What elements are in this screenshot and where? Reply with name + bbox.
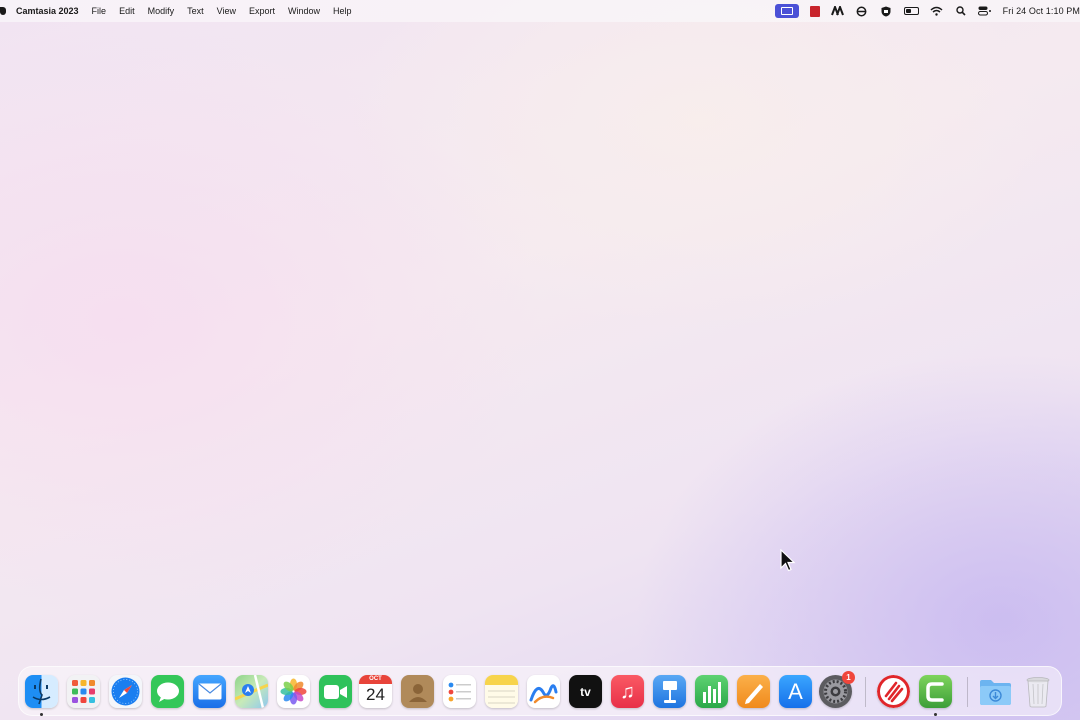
dock-photos[interactable] (277, 675, 310, 708)
app-store-icon: A (788, 678, 803, 704)
menu-clock[interactable]: Fri 24 Oct 1:10 PM (1003, 6, 1080, 16)
camtasia-logo-icon (925, 681, 944, 702)
finder-icon (32, 678, 51, 705)
freeform-scribble-icon (529, 683, 558, 703)
camtasia-running-indicator (934, 713, 937, 716)
dock-numbers[interactable] (695, 675, 728, 708)
trash-icon (1026, 676, 1049, 707)
photos-flower-icon (280, 678, 307, 705)
screen-recording-icon[interactable] (774, 4, 799, 18)
dock-maps[interactable] (235, 675, 268, 708)
menu-view[interactable]: View (217, 6, 236, 16)
menu-app-name[interactable]: Camtasia 2023 (16, 6, 79, 16)
pages-pen-icon (744, 683, 763, 704)
dock-safari[interactable] (109, 675, 142, 708)
reminders-list-icon (448, 682, 471, 701)
apple-menu-icon[interactable] (0, 7, 6, 15)
dock-app-store[interactable]: A (779, 675, 812, 708)
settings-notification-badge: 1 (842, 671, 855, 684)
dock-messages[interactable] (151, 675, 184, 708)
dock-facetime[interactable] (319, 675, 352, 708)
control-center-icon[interactable] (977, 5, 992, 17)
menu-bar: Camtasia 2023 File Edit Modify Text View… (0, 0, 1080, 22)
calendar-month: OCT (359, 675, 392, 684)
dock-launchpad[interactable] (67, 675, 100, 708)
dock-tv[interactable]: tv (569, 675, 602, 708)
dock-music[interactable]: ♫ (611, 675, 644, 708)
maps-icon (235, 675, 268, 708)
finder-running-indicator (40, 713, 43, 716)
battery-icon[interactable] (903, 7, 919, 15)
dock-reminders[interactable] (443, 675, 476, 708)
search-icon[interactable] (954, 5, 968, 17)
music-note-icon: ♫ (620, 680, 635, 703)
dock-separator (865, 677, 866, 707)
dock-pages[interactable] (737, 675, 770, 708)
contacts-person-icon (408, 683, 427, 702)
dock-notes[interactable] (485, 675, 518, 708)
launchpad-grid-icon (72, 680, 95, 703)
recorder-icon (877, 675, 910, 708)
numbers-bars-icon (702, 681, 721, 703)
dock-mail[interactable] (193, 675, 226, 708)
dock-separator-2 (967, 677, 968, 707)
sync-icon[interactable] (855, 5, 869, 17)
dock-freeform[interactable] (527, 675, 560, 708)
mouse-cursor-icon (780, 549, 796, 572)
keynote-podium-icon (662, 680, 677, 703)
message-bubble-icon (156, 682, 179, 702)
dock-trash[interactable] (1021, 675, 1054, 708)
calendar-day: 24 (366, 685, 385, 704)
menu-text[interactable]: Text (187, 6, 204, 16)
wifi-icon[interactable] (930, 5, 944, 17)
dock-downloads[interactable] (979, 675, 1012, 708)
safari-compass-icon (111, 677, 140, 706)
dock-calendar[interactable]: OCT 24 (359, 675, 392, 708)
shield-icon[interactable] (879, 5, 893, 17)
dock-camtasia[interactable] (919, 675, 952, 708)
menu-edit[interactable]: Edit (119, 6, 135, 16)
red-app-icon[interactable] (809, 5, 820, 17)
menu-export[interactable]: Export (249, 6, 275, 16)
menu-help[interactable]: Help (333, 6, 352, 16)
menu-file[interactable]: File (92, 6, 107, 16)
dock: OCT 24 tv ♫ A 1 (18, 666, 1062, 716)
video-camera-icon (323, 684, 347, 699)
a-logo-icon[interactable] (830, 5, 845, 17)
dock-camtasia-recorder[interactable] (877, 675, 910, 708)
dock-finder[interactable] (25, 675, 58, 708)
downloads-folder-icon (980, 679, 1011, 705)
menu-window[interactable]: Window (288, 6, 320, 16)
dock-contacts[interactable] (401, 675, 434, 708)
menu-modify[interactable]: Modify (148, 6, 175, 16)
envelope-icon (198, 683, 221, 700)
appletv-icon: tv (580, 684, 591, 699)
dock-keynote[interactable] (653, 675, 686, 708)
notes-lines-icon (488, 690, 515, 704)
